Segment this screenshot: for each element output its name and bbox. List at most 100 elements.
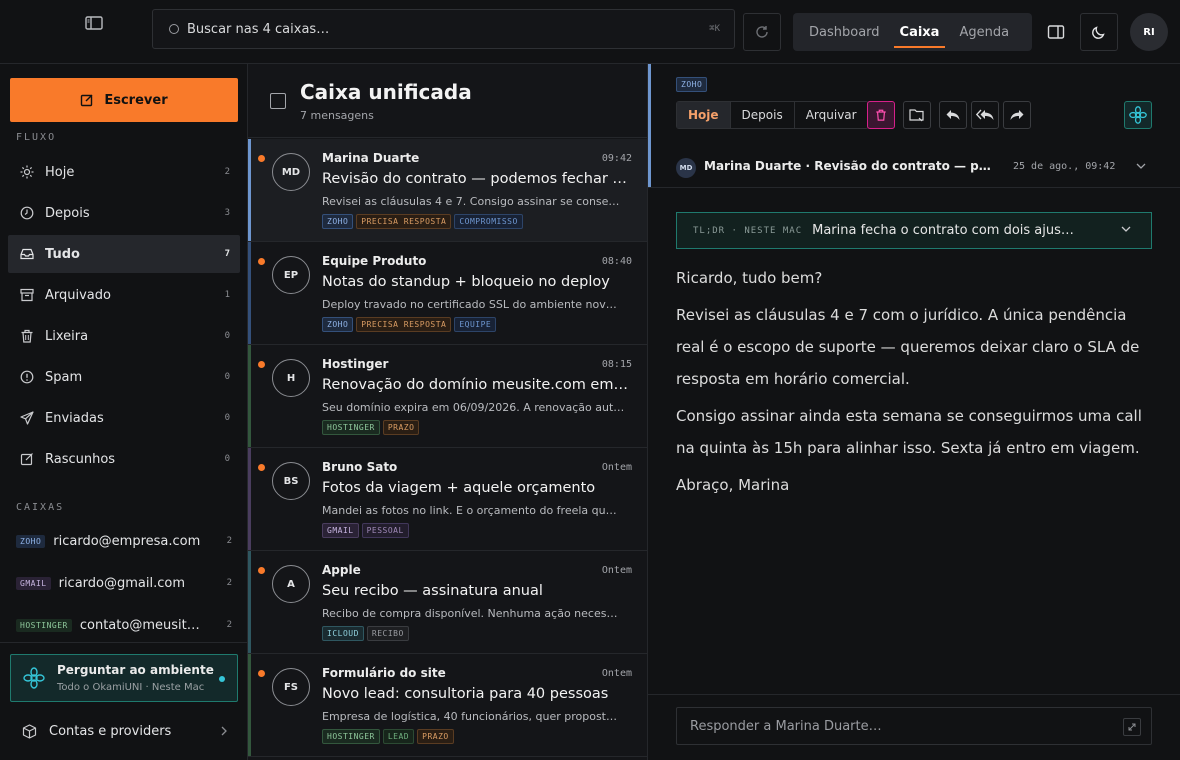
archive-icon	[20, 288, 34, 302]
sidebar-box-gmail[interactable]: GMAIL ricardo@gmail.com 2	[16, 572, 238, 594]
reply-all-button[interactable]	[971, 101, 999, 129]
message-subject: Revisão do contrato — podemos fechar q…	[322, 171, 632, 187]
message-body: Ricardo, tudo bem? Revisei as cláusulas …	[676, 262, 1156, 506]
message-tags: HOSTINGER PRAZO	[322, 420, 422, 435]
message-row[interactable]: A Apple Ontem Seu recibo — assinatura an…	[248, 551, 647, 654]
message-time: Ontem	[601, 668, 632, 679]
message-tag: PRECISA RESPOSTA	[356, 317, 452, 332]
sidebar-item-hoje[interactable]: Hoje 2	[8, 153, 240, 191]
unread-dot	[258, 464, 265, 471]
ask-environment-button[interactable]: Perguntar ao ambiente Todo o OkamiUNI · …	[10, 654, 238, 702]
account-tag: ZOHO	[676, 77, 708, 92]
accounts-label: Contas e providers	[49, 723, 172, 739]
sidebar-item-count: 7	[224, 249, 230, 259]
segment-hoje[interactable]: Hoje	[677, 102, 731, 128]
user-avatar[interactable]: RI	[1130, 13, 1168, 51]
message-tag: EQUIPE	[454, 317, 497, 332]
search-placeholder: Buscar nas 4 caixas…	[187, 21, 330, 37]
select-all-checkbox[interactable]	[270, 93, 286, 109]
message-tags: ZOHO PRECISA RESPOSTA EQUIPE	[322, 317, 499, 332]
boxes-section-label: CAIXAS	[16, 502, 65, 513]
message-tag: PESSOAL	[361, 523, 409, 538]
sender-avatar: A	[272, 565, 310, 603]
main-nav-tabs: Dashboard Caixa Agenda	[793, 13, 1032, 51]
sidebar-box-hostinger[interactable]: HOSTINGER contato@meusit… 2	[16, 614, 238, 636]
tldr-summary[interactable]: TL;DR · NESTE MAC Marina fecha o contrat…	[676, 212, 1152, 249]
panel-toggle-button[interactable]	[1037, 13, 1075, 51]
tab-agenda[interactable]: Agenda	[949, 13, 1019, 51]
sidebar-box-zoho[interactable]: ZOHO ricardo@empresa.com 2	[16, 530, 238, 552]
theme-toggle-button[interactable]	[1080, 13, 1118, 51]
account-count: 2	[226, 620, 232, 630]
expand-reply-button[interactable]	[1123, 718, 1141, 736]
sidebar-item-count: 0	[224, 454, 230, 464]
ai-flower-icon	[23, 667, 45, 689]
message-subject: Seu recibo — assinatura anual	[322, 583, 543, 599]
body-paragraph: Abraço, Marina	[676, 476, 790, 494]
sidebar-item-depois[interactable]: Depois 3	[8, 194, 240, 232]
sender-name: Hostinger	[322, 357, 389, 371]
tab-dashboard[interactable]: Dashboard	[799, 13, 890, 51]
ask-title: Perguntar ao ambiente	[57, 663, 214, 677]
refresh-button[interactable]	[743, 13, 781, 51]
thread-title: Marina Duarte · Revisão do contrato — po…	[704, 159, 996, 173]
sidebar-item-enviadas[interactable]: Enviadas 0	[8, 399, 240, 437]
message-row[interactable]: EP Equipe Produto 08:40 Notas do standup…	[248, 242, 647, 345]
message-tag: ZOHO	[322, 214, 354, 229]
refresh-icon	[756, 26, 768, 38]
account-tag: ZOHO	[16, 534, 46, 548]
message-tag: ZOHO	[322, 317, 354, 332]
message-row[interactable]: MD Marina Duarte 09:42 Revisão do contra…	[248, 139, 647, 242]
compose-button[interactable]: Escrever	[10, 78, 238, 122]
tab-caixa[interactable]: Caixa	[890, 13, 950, 51]
message-time: 09:42	[601, 153, 632, 164]
sidebar-item-arquivado[interactable]: Arquivado 1	[8, 276, 240, 314]
clock-icon	[20, 206, 34, 220]
move-folder-button[interactable]	[903, 101, 931, 129]
message-tags: GMAIL PESSOAL	[322, 523, 412, 538]
sidebar-toggle-icon[interactable]	[84, 14, 104, 32]
unread-dot	[258, 361, 265, 368]
unread-dot	[258, 670, 265, 677]
sidebar-item-tudo[interactable]: Tudo 7	[8, 235, 240, 273]
search-input[interactable]: Buscar nas 4 caixas… ⌘K	[152, 9, 735, 49]
message-tag: PRECISA RESPOSTA	[356, 214, 452, 229]
forward-button[interactable]	[1003, 101, 1031, 129]
sidebar-item-count: 0	[224, 331, 230, 341]
message-subject: Novo lead: consultoria para 40 pessoas	[322, 686, 609, 702]
reply-button[interactable]	[939, 101, 967, 129]
sidebar-item-label: Tudo	[45, 246, 80, 262]
body-paragraph: Revisei as cláusulas 4 e 7 com o jurídic…	[676, 306, 1140, 388]
triage-segmented-control: Hoje Depois Arquivar	[676, 101, 869, 129]
message-row[interactable]: BS Bruno Sato Ontem Fotos da viagem + aq…	[248, 448, 647, 551]
sidebar-item-label: Hoje	[45, 164, 75, 180]
sidebar-item-count: 1	[224, 290, 230, 300]
message-subject: Renovação do domínio meusite.com em 1…	[322, 377, 632, 393]
sidebar-item-label: Enviadas	[45, 410, 104, 426]
ai-assistant-button[interactable]	[1124, 101, 1152, 129]
ask-subtitle: Todo o OkamiUNI · Neste Mac	[57, 682, 205, 693]
delete-button[interactable]	[867, 101, 895, 129]
sender-name: Equipe Produto	[322, 254, 427, 268]
sender-avatar: EP	[272, 256, 310, 294]
accounts-providers-link[interactable]: Contas e providers	[22, 720, 234, 742]
account-email: ricardo@gmail.com	[58, 575, 185, 591]
sidebar-item-label: Spam	[45, 369, 83, 385]
message-list: Caixa unificada 7 mensagens MD Marina Du…	[248, 64, 648, 760]
message-row[interactable]: H Hostinger 08:15 Renovação do domínio m…	[248, 345, 647, 448]
sidebar-item-rascunhos[interactable]: Rascunhos 0	[8, 440, 240, 478]
account-count: 2	[226, 536, 232, 546]
sidebar-item-lixeira[interactable]: Lixeira 0	[8, 317, 240, 355]
thread-message-header[interactable]: MD Marina Duarte · Revisão do contrato —…	[648, 151, 1180, 188]
account-stripe	[248, 448, 251, 550]
sidebar-item-spam[interactable]: Spam 0	[8, 358, 240, 396]
message-tag: COMPROMISSO	[454, 214, 523, 229]
message-preview: Mandei as fotos no link. E o orçamento d…	[322, 504, 617, 517]
reply-placeholder: Responder a Marina Duarte…	[690, 718, 882, 734]
sidebar-divider	[0, 642, 248, 643]
segment-arquivar[interactable]: Arquivar	[795, 102, 868, 128]
message-subject: Notas do standup + bloqueio no deploy	[322, 274, 610, 290]
message-row[interactable]: FS Formulário do site Ontem Novo lead: c…	[248, 654, 647, 757]
segment-depois[interactable]: Depois	[731, 102, 795, 128]
reply-input[interactable]: Responder a Marina Duarte…	[676, 707, 1152, 745]
